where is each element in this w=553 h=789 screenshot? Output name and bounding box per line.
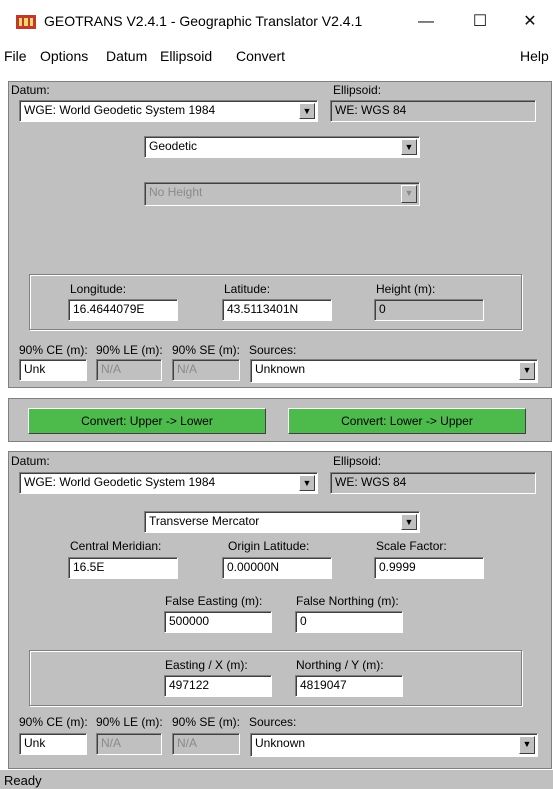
upper-le-input: N/A: [96, 359, 162, 381]
upper-height-value: No Height: [149, 185, 203, 199]
height-input: 0: [374, 299, 484, 321]
upper-sources-select[interactable]: Unknown ▼: [250, 359, 538, 383]
status-bar: Ready: [0, 770, 553, 789]
chevron-down-icon[interactable]: ▼: [519, 362, 535, 380]
easting-input[interactable]: 497122: [164, 675, 272, 697]
maximize-button[interactable]: ☐: [457, 6, 503, 38]
app-icon: [16, 15, 36, 29]
lower-datum-select[interactable]: WGE: World Geodetic System 1984 ▼: [19, 472, 318, 494]
upper-datum-select[interactable]: WGE: World Geodetic System 1984 ▼: [19, 100, 318, 122]
lower-ellipsoid-label: Ellipsoid:: [333, 454, 382, 468]
upper-se-label: 90% SE (m):: [172, 343, 241, 357]
upper-sources-value: Unknown: [255, 362, 306, 376]
upper-ellipsoid-label: Ellipsoid:: [333, 83, 382, 97]
false-northing-input[interactable]: 0: [295, 611, 403, 633]
menu-help[interactable]: Help: [520, 48, 549, 64]
chevron-down-icon[interactable]: ▼: [519, 736, 535, 754]
false-easting-label: False Easting (m):: [165, 594, 263, 608]
upper-le-label: 90% LE (m):: [96, 343, 163, 357]
lower-datum-value: WGE: World Geodetic System 1984: [24, 475, 216, 489]
central-meridian-input[interactable]: 16.5E: [68, 557, 178, 579]
scale-factor-input[interactable]: 0.9999: [374, 557, 484, 579]
upper-se-input: N/A: [172, 359, 240, 381]
chevron-down-icon: ▼: [401, 185, 417, 203]
lower-sources-value: Unknown: [255, 736, 306, 750]
convert-upper-to-lower-button[interactable]: Convert: Upper -> Lower: [28, 408, 266, 434]
chevron-down-icon[interactable]: ▼: [299, 475, 315, 491]
northing-input[interactable]: 4819047: [295, 675, 403, 697]
menu-convert[interactable]: Convert: [236, 48, 285, 64]
central-meridian-label: Central Meridian:: [70, 539, 162, 553]
upper-ce-input[interactable]: Unk: [19, 359, 87, 381]
lower-ce-input[interactable]: Unk: [19, 733, 87, 755]
window-title: GEOTRANS V2.4.1 - Geographic Translator …: [44, 13, 363, 29]
minimize-button[interactable]: —: [403, 6, 449, 38]
upper-projection-select[interactable]: Geodetic ▼: [144, 136, 420, 158]
menu-bar: File Options Datum Ellipsoid Convert Hel…: [0, 44, 553, 68]
origin-latitude-input[interactable]: 0.00000N: [222, 557, 332, 579]
lower-le-label: 90% LE (m):: [96, 715, 163, 729]
upper-panel: [8, 81, 552, 388]
lower-projection-value: Transverse Mercator: [149, 514, 260, 528]
lower-sources-label: Sources:: [249, 715, 297, 729]
lower-projection-select[interactable]: Transverse Mercator ▼: [144, 511, 420, 533]
false-northing-label: False Northing (m):: [296, 594, 399, 608]
menu-options[interactable]: Options: [40, 48, 88, 64]
latitude-input[interactable]: 43.5113401N: [222, 299, 332, 321]
northing-label: Northing / Y (m):: [296, 658, 384, 672]
close-button[interactable]: ✕: [507, 6, 553, 38]
menu-datum[interactable]: Datum: [106, 48, 147, 64]
origin-latitude-label: Origin Latitude:: [228, 539, 310, 553]
title-bar: GEOTRANS V2.4.1 - Geographic Translator …: [0, 0, 553, 44]
upper-height-select: No Height ▼: [144, 182, 420, 206]
height-label: Height (m):: [376, 282, 436, 296]
convert-lower-to-upper-button[interactable]: Convert: Lower -> Upper: [288, 408, 526, 434]
chevron-down-icon[interactable]: ▼: [299, 103, 315, 119]
longitude-label: Longitude:: [70, 282, 127, 296]
menu-file[interactable]: File: [4, 48, 27, 64]
latitude-label: Latitude:: [224, 282, 271, 296]
lower-ce-label: 90% CE (m):: [19, 715, 88, 729]
lower-se-label: 90% SE (m):: [172, 715, 241, 729]
menu-ellipsoid[interactable]: Ellipsoid: [160, 48, 212, 64]
scale-factor-label: Scale Factor:: [376, 539, 447, 553]
lower-se-input: N/A: [172, 733, 240, 755]
easting-label: Easting / X (m):: [165, 658, 248, 672]
chevron-down-icon[interactable]: ▼: [401, 514, 417, 530]
upper-ellipsoid-field: WE: WGS 84: [330, 100, 536, 122]
lower-datum-label: Datum:: [11, 454, 50, 468]
upper-datum-label: Datum:: [11, 83, 50, 97]
lower-le-input: N/A: [96, 733, 162, 755]
false-easting-input[interactable]: 500000: [164, 611, 272, 633]
upper-ce-label: 90% CE (m):: [19, 343, 88, 357]
upper-sources-label: Sources:: [249, 343, 297, 357]
lower-ellipsoid-field: WE: WGS 84: [330, 472, 536, 494]
longitude-input[interactable]: 16.4644079E: [68, 299, 178, 321]
lower-coordinates-group: [29, 650, 522, 706]
upper-projection-value: Geodetic: [149, 139, 198, 153]
lower-sources-select[interactable]: Unknown ▼: [250, 733, 538, 757]
chevron-down-icon[interactable]: ▼: [401, 139, 417, 155]
upper-datum-value: WGE: World Geodetic System 1984: [24, 103, 216, 117]
